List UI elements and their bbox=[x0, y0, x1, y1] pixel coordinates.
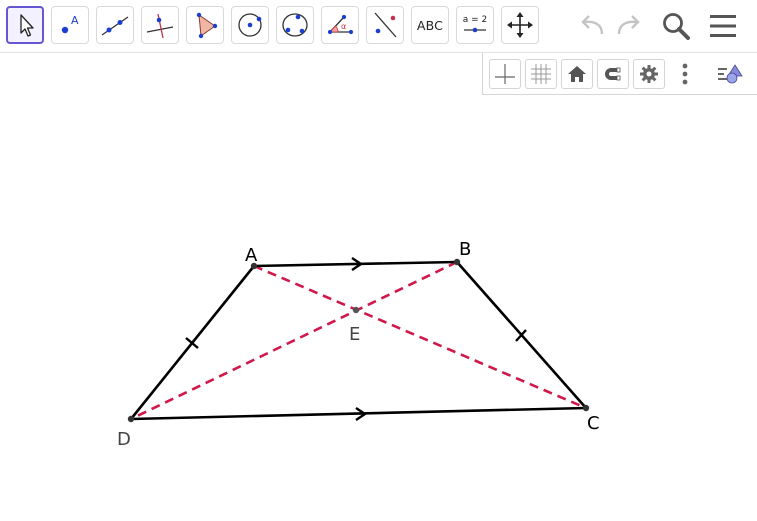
grid-icon bbox=[531, 64, 551, 84]
slider-icon: a = 2 bbox=[463, 15, 488, 33]
algebra-graphics-toggle-icon bbox=[718, 64, 743, 84]
point-capturing-button[interactable] bbox=[597, 59, 629, 89]
perpendicular-line-tool-button[interactable] bbox=[141, 6, 179, 44]
circle-with-center-icon bbox=[238, 13, 262, 37]
label-c: C bbox=[587, 413, 600, 434]
svg-text:α: α bbox=[341, 22, 346, 31]
new-point-icon: A bbox=[61, 14, 79, 34]
side-ab[interactable] bbox=[253, 260, 458, 268]
diagonal-bd[interactable] bbox=[130, 260, 458, 421]
grid-toggle-button[interactable] bbox=[525, 59, 557, 89]
search-button[interactable] bbox=[658, 8, 694, 44]
svg-text:a = 2: a = 2 bbox=[463, 15, 488, 25]
undo-button[interactable] bbox=[574, 8, 610, 44]
toolbar: A α ABC a = 2 bbox=[0, 0, 757, 53]
undo-icon bbox=[581, 15, 604, 35]
svg-text:A: A bbox=[71, 14, 79, 27]
line-tool-button[interactable] bbox=[96, 6, 134, 44]
more-options-button[interactable] bbox=[670, 59, 700, 89]
graphics-view[interactable]: A B C D E bbox=[0, 96, 757, 521]
label-b: B bbox=[459, 239, 471, 260]
redo-button[interactable] bbox=[611, 8, 647, 44]
magnet-icon bbox=[605, 67, 621, 81]
label-d: D bbox=[117, 429, 131, 450]
reflect-about-line-tool-button[interactable] bbox=[366, 6, 404, 44]
polygon-icon bbox=[196, 12, 218, 39]
construction-canvas: A B C D E bbox=[117, 239, 600, 450]
point-d[interactable] bbox=[127, 415, 135, 423]
move-tool-button[interactable] bbox=[6, 6, 44, 44]
label-a: A bbox=[245, 245, 258, 266]
move-graphics-view-tool-button[interactable] bbox=[501, 6, 539, 44]
circle-three-points-tool-button[interactable] bbox=[276, 6, 314, 44]
reflect-about-line-icon bbox=[374, 12, 397, 38]
angle-icon: α bbox=[327, 14, 354, 35]
main-menu-button[interactable] bbox=[705, 8, 741, 44]
move-arrows-icon bbox=[507, 12, 533, 38]
gear-icon bbox=[640, 65, 658, 83]
point-tool-button[interactable]: A bbox=[51, 6, 89, 44]
hamburger-menu-icon bbox=[710, 15, 736, 37]
angle-tool-button[interactable]: α bbox=[321, 6, 359, 44]
vertical-dots-icon bbox=[682, 63, 688, 85]
polygon-tool-button[interactable] bbox=[186, 6, 224, 44]
standard-view-button[interactable] bbox=[561, 59, 593, 89]
circle-through-three-points-icon bbox=[282, 13, 308, 37]
cursor-arrow-icon bbox=[20, 14, 34, 37]
home-icon bbox=[568, 66, 586, 82]
search-icon bbox=[663, 13, 690, 40]
graphics-style-bar bbox=[482, 53, 757, 95]
text-tool-label: ABC bbox=[416, 17, 444, 33]
point-e[interactable] bbox=[352, 306, 360, 314]
circle-center-point-tool-button[interactable] bbox=[231, 6, 269, 44]
graphics-settings-button[interactable] bbox=[633, 59, 665, 89]
axes-toggle-button[interactable] bbox=[489, 59, 521, 89]
label-e: E bbox=[349, 324, 360, 345]
text-tool-button[interactable]: ABC bbox=[411, 6, 449, 44]
axes-icon bbox=[495, 64, 515, 84]
perpendicular-line-icon bbox=[146, 13, 174, 39]
algebra-view-toggle-button[interactable] bbox=[715, 59, 745, 89]
point-c[interactable] bbox=[582, 404, 590, 412]
slider-tool-button[interactable]: a = 2 bbox=[456, 6, 494, 44]
redo-icon bbox=[617, 15, 640, 35]
line-through-two-points-icon bbox=[101, 16, 129, 36]
